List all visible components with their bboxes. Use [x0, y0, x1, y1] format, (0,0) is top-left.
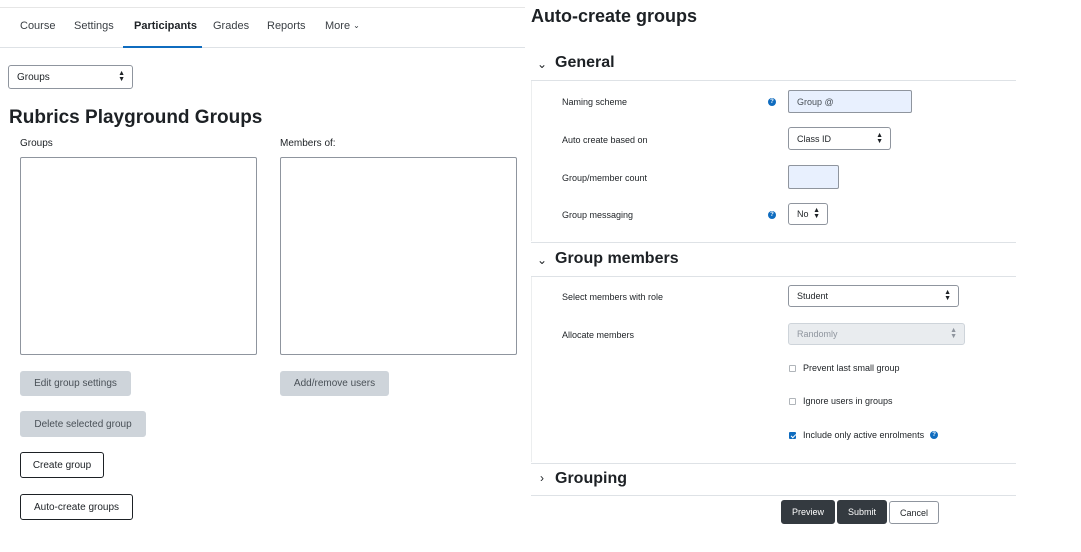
select-arrows-icon: ▲ ▼: [813, 207, 820, 220]
tab-settings[interactable]: Settings: [74, 20, 114, 32]
add-remove-users-button[interactable]: Add/remove users: [280, 371, 389, 396]
help-icon[interactable]: ?: [768, 98, 776, 106]
allocate-members-label: Allocate members: [562, 330, 635, 340]
groups-label: Groups: [20, 138, 53, 149]
tab-reports[interactable]: Reports: [267, 20, 306, 32]
allocate-members-select[interactable]: Randomly ▲ ▼: [788, 323, 965, 345]
section-group-members-body: Select members with role Student ▲ ▼ Allo…: [531, 277, 1016, 462]
tab-participants[interactable]: Participants: [134, 20, 197, 32]
chevron-down-icon: ⌄: [536, 57, 548, 71]
auto-create-based-on-value: Class ID: [797, 133, 832, 144]
groups-overview-panel: Course Settings Participants Grades Repo…: [0, 0, 525, 552]
select-members-role-label: Select members with role: [562, 292, 664, 302]
active-enrolments-option[interactable]: Include only active enrolments ?: [789, 430, 939, 440]
prevent-small-group-checkbox[interactable]: [789, 364, 796, 372]
section-general-title: General: [555, 54, 615, 71]
ignore-users-checkbox[interactable]: [789, 397, 796, 405]
group-messaging-value: No: [797, 209, 809, 219]
select-arrows-icon: ▲ ▼: [876, 131, 883, 145]
create-group-button[interactable]: Create group: [20, 452, 104, 478]
section-general-body: Naming scheme ? Group @ Auto create base…: [531, 81, 1016, 241]
auto-create-form: Auto-create groups ⌄ General Naming sche…: [525, 0, 1081, 552]
ignore-users-label: Ignore users in groups: [803, 396, 893, 406]
members-listbox[interactable]: [280, 157, 517, 355]
tab-more-label: More: [325, 20, 351, 32]
select-arrows-icon: ▲ ▼: [118, 70, 125, 83]
form-title: Auto-create groups: [531, 6, 698, 26]
auto-create-based-on-select[interactable]: Class ID ▲ ▼: [788, 127, 891, 150]
preview-button[interactable]: Preview: [781, 500, 835, 524]
page-select[interactable]: Groups ▲ ▼: [8, 65, 133, 89]
edit-group-settings-button[interactable]: Edit group settings: [20, 371, 131, 396]
divider: [531, 495, 1016, 496]
section-group-members-title: Group members: [555, 250, 679, 267]
active-tab-indicator: [123, 46, 202, 48]
auto-create-based-on-label: Auto create based on: [562, 135, 648, 145]
group-member-count-label: Group/member count: [562, 173, 648, 183]
divider: [531, 463, 1016, 464]
section-grouping-title: Grouping: [555, 470, 627, 487]
group-member-count-input[interactable]: [788, 165, 839, 189]
active-enrolments-checkbox[interactable]: [789, 431, 796, 439]
course-nav: Course Settings Participants Grades Repo…: [0, 7, 525, 48]
allocate-members-value: Randomly: [797, 329, 838, 339]
naming-scheme-value: Group @: [797, 96, 834, 107]
group-messaging-select[interactable]: No ▲ ▼: [788, 203, 828, 225]
prevent-small-group-option[interactable]: Prevent last small group: [789, 363, 900, 373]
section-grouping-header[interactable]: › Grouping: [531, 465, 1021, 495]
section-group-members-header[interactable]: ⌄ Group members: [531, 245, 1021, 275]
members-role-value: Student: [797, 291, 829, 301]
select-arrows-icon: ▲ ▼: [950, 327, 957, 340]
prevent-small-group-label: Prevent last small group: [803, 363, 900, 373]
chevron-down-icon: ⌄: [353, 21, 360, 30]
help-icon[interactable]: ?: [768, 211, 776, 219]
page-title: Rubrics Playground Groups: [9, 107, 263, 128]
auto-create-groups-button[interactable]: Auto-create groups: [20, 494, 133, 520]
select-arrows-icon: ▲ ▼: [944, 289, 951, 302]
delete-selected-group-button[interactable]: Delete selected group: [20, 411, 146, 437]
tab-course[interactable]: Course: [20, 20, 55, 32]
groups-listbox[interactable]: [20, 157, 257, 355]
active-enrolments-label: Include only active enrolments: [803, 430, 925, 440]
group-messaging-label: Group messaging: [562, 210, 634, 220]
members-role-select[interactable]: Student ▲ ▼: [788, 285, 959, 307]
help-icon[interactable]: ?: [930, 431, 939, 439]
divider: [531, 242, 1016, 243]
naming-scheme-label: Naming scheme: [562, 97, 628, 107]
ignore-users-option[interactable]: Ignore users in groups: [789, 396, 893, 406]
submit-button[interactable]: Submit: [837, 500, 887, 524]
cancel-button[interactable]: Cancel: [889, 501, 939, 524]
section-general-header[interactable]: ⌄ General: [531, 49, 1021, 79]
tab-more[interactable]: More ⌄: [325, 20, 360, 32]
page-select-value: Groups: [17, 71, 50, 83]
naming-scheme-input[interactable]: Group @: [788, 90, 912, 113]
members-label: Members of:: [280, 138, 336, 149]
chevron-right-icon: ›: [540, 471, 544, 485]
tab-grades[interactable]: Grades: [213, 20, 249, 32]
chevron-down-icon: ⌄: [536, 253, 548, 267]
